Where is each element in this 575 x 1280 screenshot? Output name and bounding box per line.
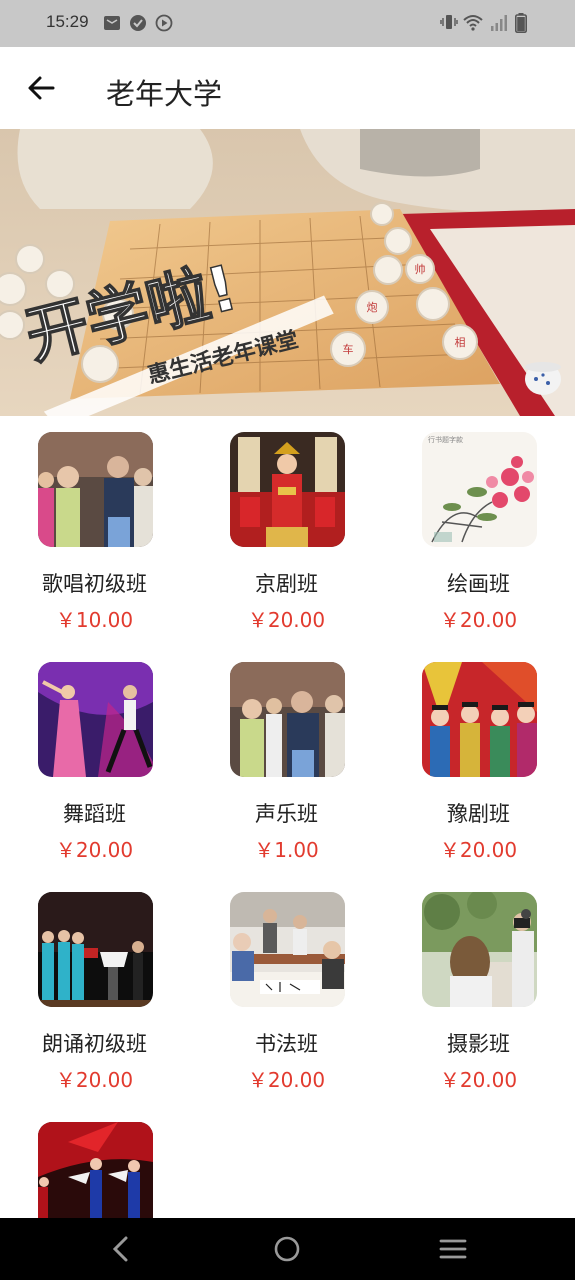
nav-back-button[interactable] (104, 1232, 138, 1266)
svg-text:帅: 帅 (415, 263, 426, 276)
back-button[interactable] (22, 69, 60, 107)
course-thumbnail (230, 892, 345, 1007)
course-thumbnail (230, 432, 345, 547)
play-circle-icon (155, 14, 173, 32)
svg-text:炮: 炮 (367, 301, 378, 314)
course-thumbnail (422, 662, 537, 777)
course-price: ￥20.00 (247, 608, 326, 632)
wifi-icon (463, 15, 483, 31)
course-name: 绘画班 (447, 572, 510, 596)
course-name: 歌唱初级班 (42, 572, 147, 596)
course-card[interactable]: 书法班 ￥20.00 (192, 876, 362, 1092)
course-card[interactable]: 声乐班 ￥1.00 (192, 646, 362, 862)
course-card[interactable]: 朗诵初级班 ￥20.00 (0, 876, 170, 1092)
course-price: ￥20.00 (247, 1068, 326, 1092)
course-price: ￥20.00 (439, 1068, 518, 1092)
battery-icon (515, 13, 527, 33)
course-thumbnail (38, 662, 153, 777)
course-name: 声乐班 (255, 802, 318, 826)
svg-text:车: 车 (343, 342, 354, 356)
mail-icon (104, 16, 120, 30)
course-name: 书法班 (255, 1032, 318, 1056)
course-name: 舞蹈班 (63, 802, 126, 826)
home-circle-icon (274, 1236, 300, 1262)
banner-image: 炮帅相车 开学啦! 惠生活老年课堂 (0, 129, 575, 416)
signal-icon (491, 15, 507, 31)
back-triangle-icon (112, 1236, 128, 1262)
course-thumbnail (230, 662, 345, 777)
course-price: ￥20.00 (55, 838, 134, 862)
course-thumbnail: 行书题字款 (422, 432, 537, 547)
app-bar: 老年大学 (0, 47, 575, 129)
menu-lines-icon (439, 1239, 467, 1259)
course-card[interactable]: 歌唱初级班 ￥10.00 (0, 416, 170, 632)
course-thumbnail (38, 892, 153, 1007)
status-time: 15:29 (46, 12, 89, 31)
arrow-left-icon (28, 76, 55, 100)
course-price: ￥20.00 (439, 838, 518, 862)
course-price: ￥20.00 (55, 1068, 134, 1092)
course-name: 摄影班 (447, 1032, 510, 1056)
course-price: ￥10.00 (55, 608, 134, 632)
status-bar: 15:29 (0, 0, 575, 47)
course-card[interactable]: 摄影班 ￥20.00 (384, 876, 554, 1092)
course-name: 朗诵初级班 (42, 1032, 147, 1056)
course-thumbnail (422, 892, 537, 1007)
course-price: ￥20.00 (439, 608, 518, 632)
page-title: 老年大学 (106, 77, 223, 111)
course-card[interactable]: 京剧班 ￥20.00 (192, 416, 362, 632)
course-name: 京剧班 (255, 572, 318, 596)
vibrate-icon (440, 15, 458, 29)
course-thumbnail (38, 432, 153, 547)
course-card[interactable]: 舞蹈班 ￥20.00 (0, 646, 170, 862)
course-card[interactable]: 豫剧班 ￥20.00 (384, 646, 554, 862)
svg-text:相: 相 (455, 336, 466, 349)
course-name: 豫剧班 (447, 802, 510, 826)
banner[interactable]: 炮帅相车 开学啦! 惠生活老年课堂 (0, 129, 575, 416)
course-card[interactable]: 行书题字款 绘画班 ￥20.00 (384, 416, 554, 632)
nav-home-button[interactable] (270, 1232, 304, 1266)
system-nav-bar (0, 1218, 575, 1280)
check-circle-icon (130, 15, 146, 31)
svg-text:行书题字款: 行书题字款 (428, 435, 463, 444)
nav-menu-button[interactable] (436, 1232, 470, 1266)
course-price: ￥1.00 (254, 838, 319, 862)
